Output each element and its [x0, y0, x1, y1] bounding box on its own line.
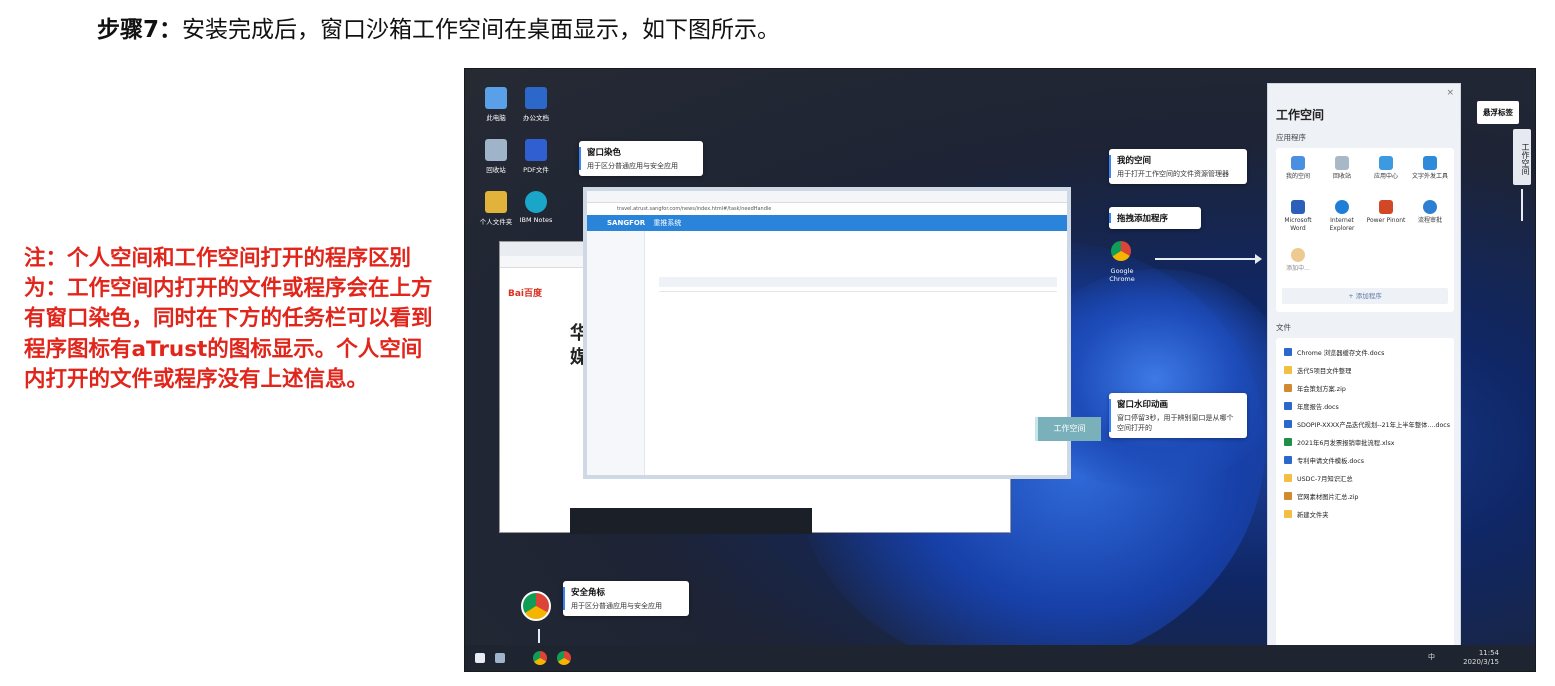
windows-start-icon[interactable]	[475, 653, 485, 663]
file-item[interactable]: USDC-7月知识汇总	[1284, 474, 1353, 483]
workspace-watermark-button[interactable]: 工作空间	[1035, 417, 1101, 441]
taskbar: 中 11:54 2020/3/15	[465, 645, 1535, 671]
app-my-space[interactable]: 我的空间	[1278, 156, 1318, 181]
desktop-icon-pdf[interactable]: PDF文件	[513, 139, 559, 174]
sangfor-logo: SANGFOR	[607, 219, 646, 227]
app-text-export[interactable]: 文字外发工具	[1410, 156, 1450, 181]
file-item[interactable]: Chrome 浏览器缓存文件.docs	[1284, 348, 1384, 357]
desktop-icon-ibm-notes[interactable]: IBM Notes	[513, 191, 559, 224]
workspace-browser-window[interactable]: travel.atrust.sangfor.com/news/index.htm…	[583, 187, 1071, 479]
callout-watermark: 窗口水印动画 窗口停留3秒，用于辨别窗口是从哪个空间打开的	[1109, 393, 1247, 438]
add-app-button[interactable]: + 添加程序	[1282, 288, 1448, 304]
file-item[interactable]: 2021年6月发票报销审批流程.xlsx	[1284, 438, 1395, 447]
drag-arrow-head	[1255, 254, 1262, 264]
app-powerpoint[interactable]: Power Pinont	[1366, 200, 1406, 225]
badge-arrow	[538, 629, 540, 643]
file-item[interactable]: SDOPIP-XXXX产品迭代规划--21年上半年整体....docs	[1284, 420, 1450, 429]
callout-secure-badge: 安全角标 用于区分普通应用与安全应用	[563, 581, 689, 616]
address-bar[interactable]: travel.atrust.sangfor.com/news/index.htm…	[587, 203, 1067, 215]
dragged-app-label: Google Chrome	[1109, 267, 1135, 283]
ime-indicator[interactable]: 中	[1428, 653, 1435, 662]
system-tray: 中 11:54 2020/3/15	[1428, 649, 1499, 667]
file-item[interactable]: 年会策划方案.zip	[1284, 384, 1346, 393]
app-grid: 我的空间 回收站 应用中心 文字外发工具 Microsoft Word Inte…	[1276, 148, 1454, 312]
desktop-icon-office-docs[interactable]: 办公文档	[513, 87, 559, 122]
files-section-label: 文件	[1276, 323, 1291, 332]
file-item[interactable]: 年度报告.docs	[1284, 402, 1339, 411]
tray-time: 11:54	[1478, 649, 1499, 657]
step-heading: 步骤7：安装完成后，窗口沙箱工作空间在桌面显示，如下图所示。	[97, 10, 780, 44]
app-recycle-bin[interactable]: 回收站	[1322, 156, 1362, 181]
taskbar-chrome-secure-icon[interactable]	[533, 651, 547, 665]
callout-drag-add: 拖拽添加程序	[1109, 207, 1201, 229]
file-item[interactable]: 官网素材图片汇总.zip	[1284, 492, 1358, 501]
app-ie[interactable]: Internet Explorer	[1322, 200, 1362, 233]
close-icon[interactable]: ×	[1446, 88, 1454, 98]
app-adding: 添加中...	[1278, 248, 1318, 273]
tray-date: 2020/3/15	[1463, 658, 1499, 666]
workspace-side-tab[interactable]: 工作空间	[1513, 129, 1531, 185]
app-approval[interactable]: 流程审批	[1410, 200, 1450, 225]
chrome-icon[interactable]	[1111, 241, 1131, 261]
file-list: Chrome 浏览器缓存文件.docs 迭代5项目文件整理 年会策划方案.zip…	[1276, 338, 1454, 654]
workspace-panel: × 工作空间 应用程序 我的空间 回收站 应用中心 文字外发工具 Microso…	[1267, 83, 1461, 665]
taskbar-chrome-icon[interactable]	[557, 651, 571, 665]
step-text: 安装完成后，窗口沙箱工作空间在桌面显示，如下图所示。	[182, 17, 781, 43]
step-label: 步骤7：	[97, 17, 183, 43]
baidu-logo: Bai百度	[508, 289, 543, 299]
panel-title: 工作空间	[1276, 108, 1325, 122]
file-item[interactable]: 专利申请文件模板.docs	[1284, 456, 1364, 465]
note-text: 注：个人空间和工作空间打开的程序区别为：工作空间内打开的文件或程序会在上方有窗口…	[24, 246, 433, 392]
side-tab-arrow	[1521, 189, 1523, 221]
system-name: 重推系统	[653, 219, 682, 227]
apps-section-label: 应用程序	[1276, 133, 1306, 142]
secure-badge-icon	[521, 591, 551, 621]
callout-window-color: 窗口染色 用于区分普通应用与安全应用	[579, 141, 703, 176]
float-tag-callout: 悬浮标签	[1477, 101, 1519, 124]
desktop-screenshot: 此电脑 办公文档 回收站 PDF文件 个人文件夹 IBM Notes Bai百度…	[464, 68, 1536, 672]
drag-arrow	[1155, 258, 1259, 260]
app-word[interactable]: Microsoft Word	[1278, 200, 1318, 233]
taskbar-explorer-icon[interactable]	[495, 653, 505, 663]
callout-my-space: 我的空间 用于打开工作空间的文件资源管理器	[1109, 149, 1247, 184]
file-item[interactable]: 新建文件夹	[1284, 510, 1328, 519]
app-app-center[interactable]: 应用中心	[1366, 156, 1406, 181]
file-item[interactable]: 迭代5项目文件整理	[1284, 366, 1351, 375]
